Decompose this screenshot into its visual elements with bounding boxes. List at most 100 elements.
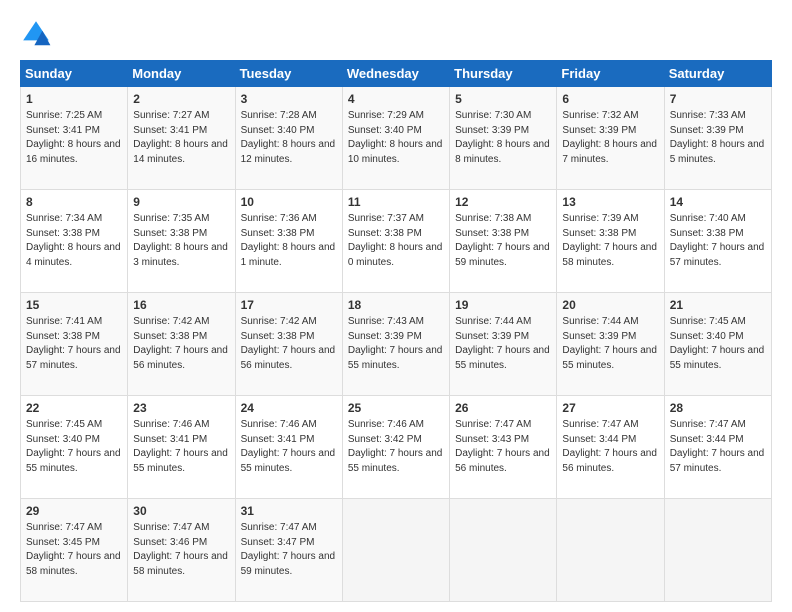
logo-icon [20, 18, 52, 50]
day-info: Sunrise: 7:44 AMSunset: 3:39 PMDaylight:… [455, 316, 550, 371]
day-number: 23 [133, 400, 229, 416]
day-number: 3 [241, 91, 337, 107]
day-cell: 16 Sunrise: 7:42 AMSunset: 3:38 PMDaylig… [128, 293, 235, 396]
day-number: 5 [455, 91, 551, 107]
day-info: Sunrise: 7:41 AMSunset: 3:38 PMDaylight:… [26, 316, 121, 371]
day-cell: 19 Sunrise: 7:44 AMSunset: 3:39 PMDaylig… [450, 293, 557, 396]
day-cell: 24 Sunrise: 7:46 AMSunset: 3:41 PMDaylig… [235, 396, 342, 499]
day-cell: 20 Sunrise: 7:44 AMSunset: 3:39 PMDaylig… [557, 293, 664, 396]
day-cell: 29 Sunrise: 7:47 AMSunset: 3:45 PMDaylig… [21, 499, 128, 602]
day-cell: 11 Sunrise: 7:37 AMSunset: 3:38 PMDaylig… [342, 190, 449, 293]
weekday-header-wednesday: Wednesday [342, 61, 449, 87]
day-number: 12 [455, 194, 551, 210]
day-cell: 4 Sunrise: 7:29 AMSunset: 3:40 PMDayligh… [342, 87, 449, 190]
day-cell: 21 Sunrise: 7:45 AMSunset: 3:40 PMDaylig… [664, 293, 771, 396]
day-cell: 5 Sunrise: 7:30 AMSunset: 3:39 PMDayligh… [450, 87, 557, 190]
day-info: Sunrise: 7:46 AMSunset: 3:41 PMDaylight:… [133, 419, 228, 474]
day-info: Sunrise: 7:25 AMSunset: 3:41 PMDaylight:… [26, 110, 121, 165]
day-number: 19 [455, 297, 551, 313]
day-number: 31 [241, 503, 337, 519]
week-row-1: 1 Sunrise: 7:25 AMSunset: 3:41 PMDayligh… [21, 87, 772, 190]
day-cell: 26 Sunrise: 7:47 AMSunset: 3:43 PMDaylig… [450, 396, 557, 499]
day-info: Sunrise: 7:36 AMSunset: 3:38 PMDaylight:… [241, 213, 336, 268]
day-number: 10 [241, 194, 337, 210]
day-cell: 7 Sunrise: 7:33 AMSunset: 3:39 PMDayligh… [664, 87, 771, 190]
day-number: 15 [26, 297, 122, 313]
day-number: 18 [348, 297, 444, 313]
day-cell [664, 499, 771, 602]
day-info: Sunrise: 7:46 AMSunset: 3:42 PMDaylight:… [348, 419, 443, 474]
weekday-header-sunday: Sunday [21, 61, 128, 87]
day-info: Sunrise: 7:29 AMSunset: 3:40 PMDaylight:… [348, 110, 443, 165]
day-number: 6 [562, 91, 658, 107]
day-number: 30 [133, 503, 229, 519]
day-number: 21 [670, 297, 766, 313]
day-cell: 1 Sunrise: 7:25 AMSunset: 3:41 PMDayligh… [21, 87, 128, 190]
day-info: Sunrise: 7:33 AMSunset: 3:39 PMDaylight:… [670, 110, 765, 165]
week-row-4: 22 Sunrise: 7:45 AMSunset: 3:40 PMDaylig… [21, 396, 772, 499]
day-info: Sunrise: 7:37 AMSunset: 3:38 PMDaylight:… [348, 213, 443, 268]
day-number: 29 [26, 503, 122, 519]
day-cell: 13 Sunrise: 7:39 AMSunset: 3:38 PMDaylig… [557, 190, 664, 293]
page: SundayMondayTuesdayWednesdayThursdayFrid… [0, 0, 792, 612]
day-number: 20 [562, 297, 658, 313]
day-cell: 3 Sunrise: 7:28 AMSunset: 3:40 PMDayligh… [235, 87, 342, 190]
day-cell: 2 Sunrise: 7:27 AMSunset: 3:41 PMDayligh… [128, 87, 235, 190]
day-cell: 22 Sunrise: 7:45 AMSunset: 3:40 PMDaylig… [21, 396, 128, 499]
day-number: 24 [241, 400, 337, 416]
day-number: 28 [670, 400, 766, 416]
weekday-header-saturday: Saturday [664, 61, 771, 87]
logo [20, 18, 56, 50]
day-cell: 8 Sunrise: 7:34 AMSunset: 3:38 PMDayligh… [21, 190, 128, 293]
day-info: Sunrise: 7:47 AMSunset: 3:43 PMDaylight:… [455, 419, 550, 474]
day-cell: 6 Sunrise: 7:32 AMSunset: 3:39 PMDayligh… [557, 87, 664, 190]
day-info: Sunrise: 7:47 AMSunset: 3:46 PMDaylight:… [133, 522, 228, 577]
header [20, 18, 772, 50]
day-number: 4 [348, 91, 444, 107]
day-info: Sunrise: 7:40 AMSunset: 3:38 PMDaylight:… [670, 213, 765, 268]
day-number: 9 [133, 194, 229, 210]
day-info: Sunrise: 7:39 AMSunset: 3:38 PMDaylight:… [562, 213, 657, 268]
day-info: Sunrise: 7:47 AMSunset: 3:47 PMDaylight:… [241, 522, 336, 577]
day-number: 14 [670, 194, 766, 210]
day-cell: 31 Sunrise: 7:47 AMSunset: 3:47 PMDaylig… [235, 499, 342, 602]
day-info: Sunrise: 7:27 AMSunset: 3:41 PMDaylight:… [133, 110, 228, 165]
day-cell: 10 Sunrise: 7:36 AMSunset: 3:38 PMDaylig… [235, 190, 342, 293]
day-cell [342, 499, 449, 602]
day-info: Sunrise: 7:30 AMSunset: 3:39 PMDaylight:… [455, 110, 550, 165]
day-info: Sunrise: 7:28 AMSunset: 3:40 PMDaylight:… [241, 110, 336, 165]
day-cell: 23 Sunrise: 7:46 AMSunset: 3:41 PMDaylig… [128, 396, 235, 499]
day-number: 17 [241, 297, 337, 313]
day-info: Sunrise: 7:46 AMSunset: 3:41 PMDaylight:… [241, 419, 336, 474]
day-info: Sunrise: 7:32 AMSunset: 3:39 PMDaylight:… [562, 110, 657, 165]
day-number: 22 [26, 400, 122, 416]
week-row-3: 15 Sunrise: 7:41 AMSunset: 3:38 PMDaylig… [21, 293, 772, 396]
day-cell: 12 Sunrise: 7:38 AMSunset: 3:38 PMDaylig… [450, 190, 557, 293]
day-info: Sunrise: 7:47 AMSunset: 3:45 PMDaylight:… [26, 522, 121, 577]
day-cell: 17 Sunrise: 7:42 AMSunset: 3:38 PMDaylig… [235, 293, 342, 396]
day-number: 26 [455, 400, 551, 416]
day-cell: 25 Sunrise: 7:46 AMSunset: 3:42 PMDaylig… [342, 396, 449, 499]
weekday-header-tuesday: Tuesday [235, 61, 342, 87]
day-cell: 15 Sunrise: 7:41 AMSunset: 3:38 PMDaylig… [21, 293, 128, 396]
day-number: 2 [133, 91, 229, 107]
day-cell [450, 499, 557, 602]
day-number: 7 [670, 91, 766, 107]
day-cell: 30 Sunrise: 7:47 AMSunset: 3:46 PMDaylig… [128, 499, 235, 602]
day-info: Sunrise: 7:42 AMSunset: 3:38 PMDaylight:… [133, 316, 228, 371]
week-row-5: 29 Sunrise: 7:47 AMSunset: 3:45 PMDaylig… [21, 499, 772, 602]
calendar-table: SundayMondayTuesdayWednesdayThursdayFrid… [20, 60, 772, 602]
day-number: 16 [133, 297, 229, 313]
day-cell [557, 499, 664, 602]
week-row-2: 8 Sunrise: 7:34 AMSunset: 3:38 PMDayligh… [21, 190, 772, 293]
day-number: 13 [562, 194, 658, 210]
day-info: Sunrise: 7:38 AMSunset: 3:38 PMDaylight:… [455, 213, 550, 268]
weekday-header-thursday: Thursday [450, 61, 557, 87]
day-cell: 27 Sunrise: 7:47 AMSunset: 3:44 PMDaylig… [557, 396, 664, 499]
day-number: 1 [26, 91, 122, 107]
day-number: 25 [348, 400, 444, 416]
day-info: Sunrise: 7:45 AMSunset: 3:40 PMDaylight:… [26, 419, 121, 474]
day-cell: 14 Sunrise: 7:40 AMSunset: 3:38 PMDaylig… [664, 190, 771, 293]
day-cell: 9 Sunrise: 7:35 AMSunset: 3:38 PMDayligh… [128, 190, 235, 293]
weekday-header-monday: Monday [128, 61, 235, 87]
